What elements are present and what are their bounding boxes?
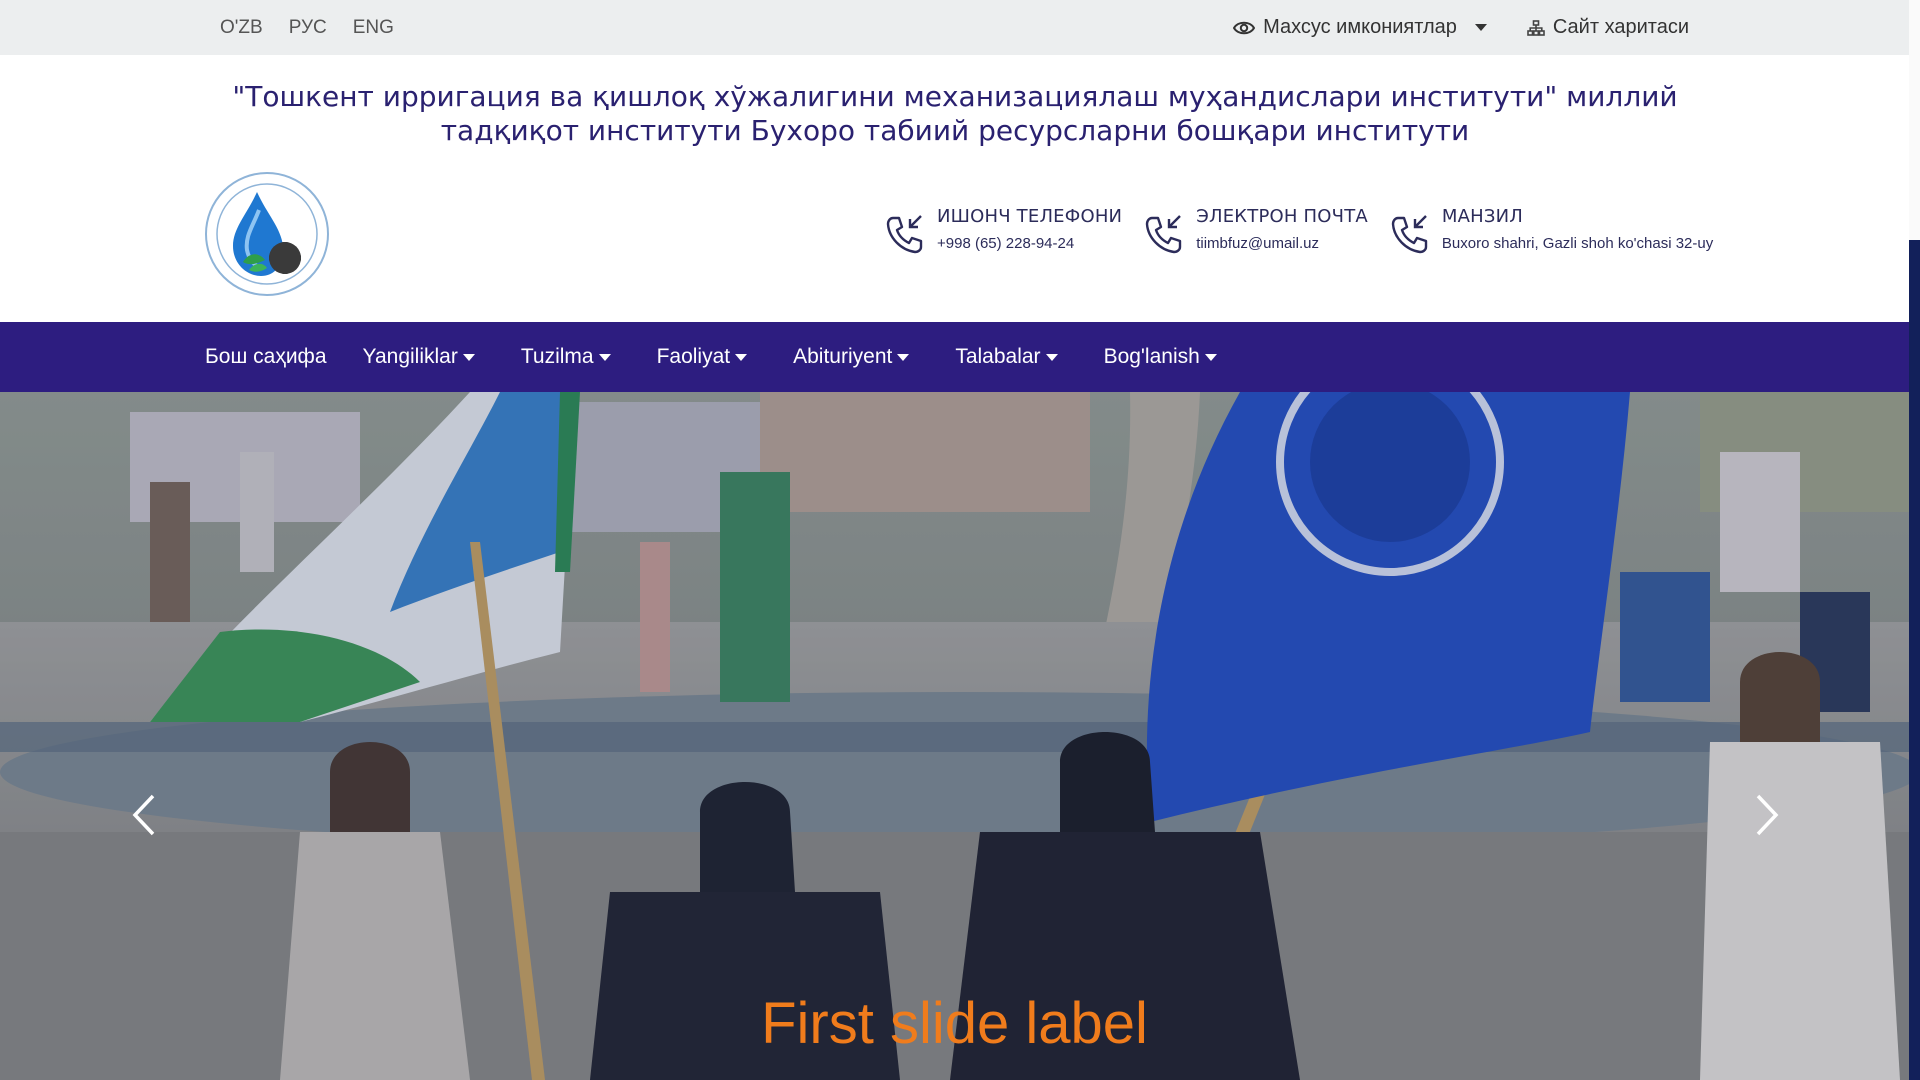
slide-caption: First slide label	[761, 991, 1148, 1056]
chevron-down-icon	[735, 353, 748, 361]
eye-icon	[1233, 21, 1256, 34]
contact-email-title: ЭЛЕКТРОН ПОЧТА	[1196, 206, 1368, 227]
institute-logo[interactable]	[203, 170, 331, 298]
phone-incoming-icon	[886, 215, 923, 254]
institute-title-line2: тадқиқот институти Бухоро табиий ресурсл…	[440, 114, 1470, 147]
carousel-prev-arrow-icon[interactable]	[125, 790, 165, 840]
contact-address-value: Buxoro shahri, Gazli shoh ko'chasi 32-uy	[1441, 235, 1714, 252]
contact-info: ИШОНЧ ТЕЛЕФОНИ +998 (65) 228-94-24 ЭЛЕКТ…	[885, 206, 1713, 256]
contact-address-title: МАНЗИЛ	[1441, 206, 1524, 227]
sitemap-icon	[1527, 19, 1545, 36]
nav-structure-label: Tuzilma	[520, 345, 594, 368]
nav-news-label: Yangiliklar	[362, 345, 458, 368]
chevron-down-icon	[598, 353, 611, 361]
nav-list: Бош саҳифа Yangiliklar Tuzilma Faoliyat …	[205, 322, 1217, 392]
contact-phone-title: ИШОНЧ ТЕЛЕФОНИ	[937, 206, 1123, 227]
lang-ru[interactable]: РУС	[289, 17, 327, 39]
nav-activity[interactable]: Faoliyat	[657, 345, 748, 369]
scrollbar-thumb[interactable]	[1909, 240, 1920, 1080]
nav-news[interactable]: Yangiliklar	[363, 345, 475, 369]
chevron-down-icon	[1045, 353, 1058, 361]
contact-phone-value: +998 (65) 228-94-24	[937, 235, 1075, 252]
sitemap-link[interactable]: Сайт харитаси	[1527, 16, 1689, 39]
chevron-down-icon	[897, 353, 910, 361]
accessibility-dropdown[interactable]: Махсус имкониятлар	[1233, 16, 1487, 39]
nav-contact-label: Bog'lanish	[1103, 345, 1200, 368]
nav-students[interactable]: Talabalar	[955, 345, 1058, 369]
scrollbar-track[interactable]	[1909, 0, 1920, 1080]
top-utility-bar: O'ZB РУС ENG Махсус имкониятлар Сайт хар…	[0, 0, 1909, 55]
sitemap-label: Сайт харитаси	[1552, 16, 1689, 38]
nav-students-label: Talabalar	[955, 345, 1041, 368]
nav-applicants-label: Abituriyent	[793, 345, 893, 368]
utility-links: Махсус имкониятлар Сайт харитаси	[1233, 0, 1689, 55]
nav-contact[interactable]: Bog'lanish	[1104, 345, 1217, 369]
institute-title: "Тошкент ирригация ва қишлоқ хўжалигини …	[180, 80, 1730, 148]
chevron-down-icon	[1474, 24, 1487, 31]
accessibility-label: Махсус имкониятлар	[1263, 16, 1457, 38]
carousel-next-arrow-icon[interactable]	[1746, 790, 1786, 840]
nav-home[interactable]: Бош саҳифа	[205, 345, 327, 369]
chevron-down-icon	[462, 353, 475, 361]
nav-structure[interactable]: Tuzilma	[521, 345, 611, 369]
hero-slide-image	[0, 392, 1909, 1080]
language-switcher: O'ZB РУС ENG	[220, 0, 394, 55]
contact-email-value: tiimbfuz@umail.uz	[1196, 235, 1319, 252]
chevron-down-icon	[1204, 353, 1217, 361]
institute-title-line1: "Тошкент ирригация ва қишлоқ хўжалигини …	[232, 80, 1678, 113]
lang-uz[interactable]: O'ZB	[220, 17, 263, 39]
phone-incoming-icon	[1146, 215, 1182, 254]
phone-incoming-icon	[1391, 215, 1428, 254]
hero-carousel	[0, 392, 1909, 1080]
contact-address[interactable]: МАНЗИЛ Buxoro shahri, Gazli shoh ko'chas…	[1390, 206, 1713, 256]
nav-home-label: Бош саҳифа	[205, 345, 327, 368]
nav-activity-label: Faoliyat	[656, 345, 731, 368]
contact-email[interactable]: ЭЛЕКТРОН ПОЧТА tiimbfuz@umail.uz	[1144, 206, 1368, 256]
nav-applicants[interactable]: Abituriyent	[793, 345, 910, 369]
lang-en[interactable]: ENG	[353, 17, 394, 39]
main-navbar: Бош саҳифа Yangiliklar Tuzilma Faoliyat …	[0, 322, 1909, 392]
contact-phone[interactable]: ИШОНЧ ТЕЛЕФОНИ +998 (65) 228-94-24	[885, 206, 1122, 256]
